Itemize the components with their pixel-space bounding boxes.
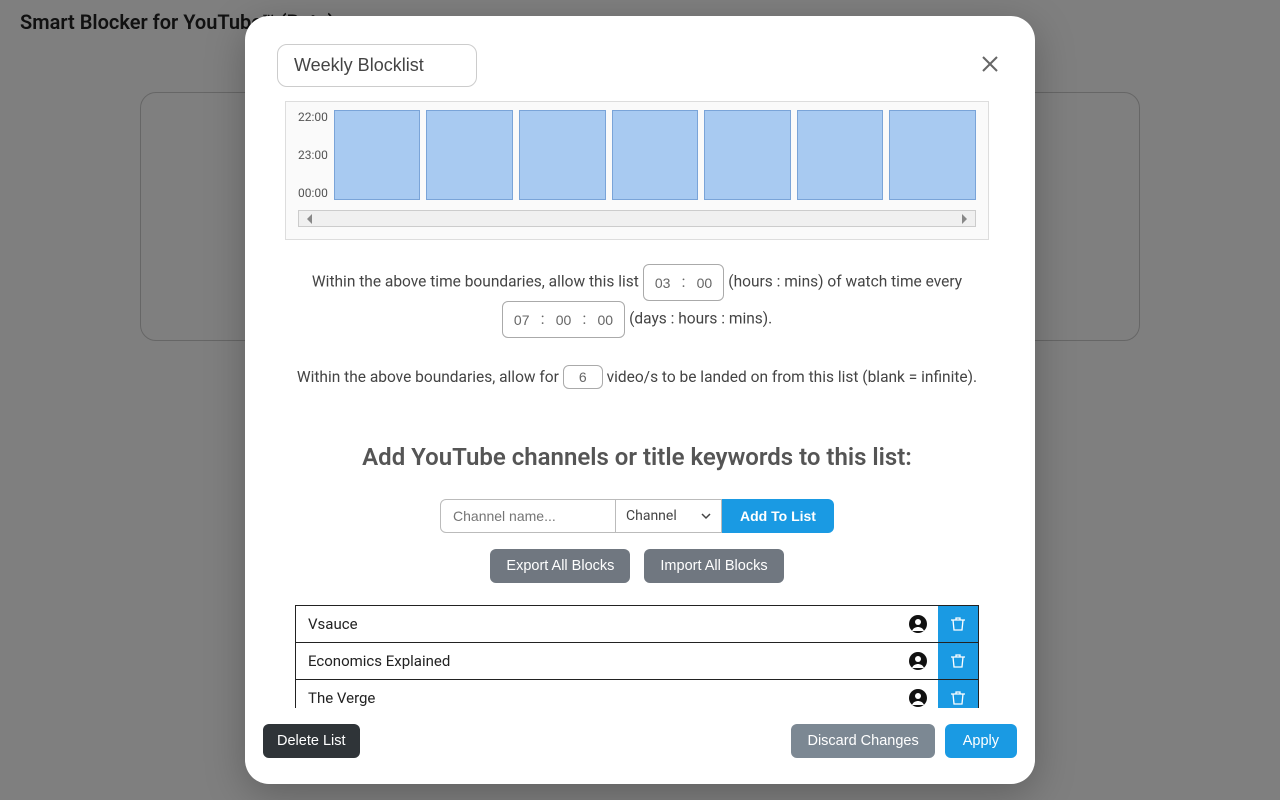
close-button[interactable] <box>977 49 1003 83</box>
add-row: Channel Add To List <box>245 499 1029 533</box>
chevron-down-icon <box>701 511 711 521</box>
modal-body[interactable]: 22:00 23:00 00:00 Within the above time … <box>245 101 1035 708</box>
delete-block-button[interactable] <box>938 606 978 642</box>
video-count-sentence: Within the above boundaries, allow for v… <box>285 362 989 393</box>
time-col-sat[interactable] <box>797 110 884 200</box>
period-input[interactable]: : : <box>502 301 626 338</box>
block-type-select[interactable]: Channel <box>616 499 722 533</box>
trash-icon <box>950 690 966 706</box>
time-col-wed[interactable] <box>519 110 606 200</box>
person-icon <box>898 643 938 679</box>
import-export-row: Export All Blocks Import All Blocks <box>245 549 1029 583</box>
channel-name-input[interactable] <box>440 499 616 533</box>
trash-icon <box>950 616 966 632</box>
edit-list-modal: 22:00 23:00 00:00 Within the above time … <box>245 16 1035 784</box>
trash-icon <box>950 653 966 669</box>
import-all-button[interactable]: Import All Blocks <box>644 549 783 583</box>
watch-hours-input[interactable] <box>650 273 676 293</box>
delete-block-button[interactable] <box>938 680 978 708</box>
list-name-input[interactable] <box>277 44 477 87</box>
time-grid: 22:00 23:00 00:00 <box>285 101 989 240</box>
period-hours-input[interactable] <box>550 310 576 330</box>
block-item: The Verge <box>295 679 979 708</box>
person-icon <box>898 680 938 708</box>
time-col-sun[interactable] <box>889 110 976 200</box>
time-col-tue[interactable] <box>426 110 513 200</box>
block-item: Economics Explained <box>295 642 979 680</box>
add-channels-heading: Add YouTube channels or title keywords t… <box>245 443 1029 471</box>
apply-button[interactable]: Apply <box>945 724 1017 758</box>
period-days-input[interactable] <box>509 310 535 330</box>
add-to-list-button[interactable]: Add To List <box>722 499 834 533</box>
time-col-mon[interactable] <box>334 110 421 200</box>
delete-list-button[interactable]: Delete List <box>263 724 360 758</box>
time-col-fri[interactable] <box>704 110 791 200</box>
discard-changes-button[interactable]: Discard Changes <box>791 724 934 758</box>
block-list: Vsauce Economics Explained The Verge <box>295 605 979 708</box>
video-count-input[interactable] <box>563 365 603 389</box>
close-icon <box>981 55 999 73</box>
delete-block-button[interactable] <box>938 643 978 679</box>
grid-horizontal-scrollbar[interactable] <box>298 210 976 227</box>
modal-footer: Delete List Discard Changes Apply <box>245 708 1035 784</box>
watch-mins-input[interactable] <box>691 273 717 293</box>
period-mins-input[interactable] <box>592 310 618 330</box>
watch-time-sentence: Within the above time boundaries, allow … <box>285 264 989 338</box>
watch-time-input[interactable]: : <box>643 264 725 301</box>
export-all-button[interactable]: Export All Blocks <box>490 549 630 583</box>
block-item: Vsauce <box>295 605 979 643</box>
time-axis: 22:00 23:00 00:00 <box>298 110 334 200</box>
person-icon <box>898 606 938 642</box>
time-col-thu[interactable] <box>612 110 699 200</box>
modal-header <box>245 16 1035 101</box>
